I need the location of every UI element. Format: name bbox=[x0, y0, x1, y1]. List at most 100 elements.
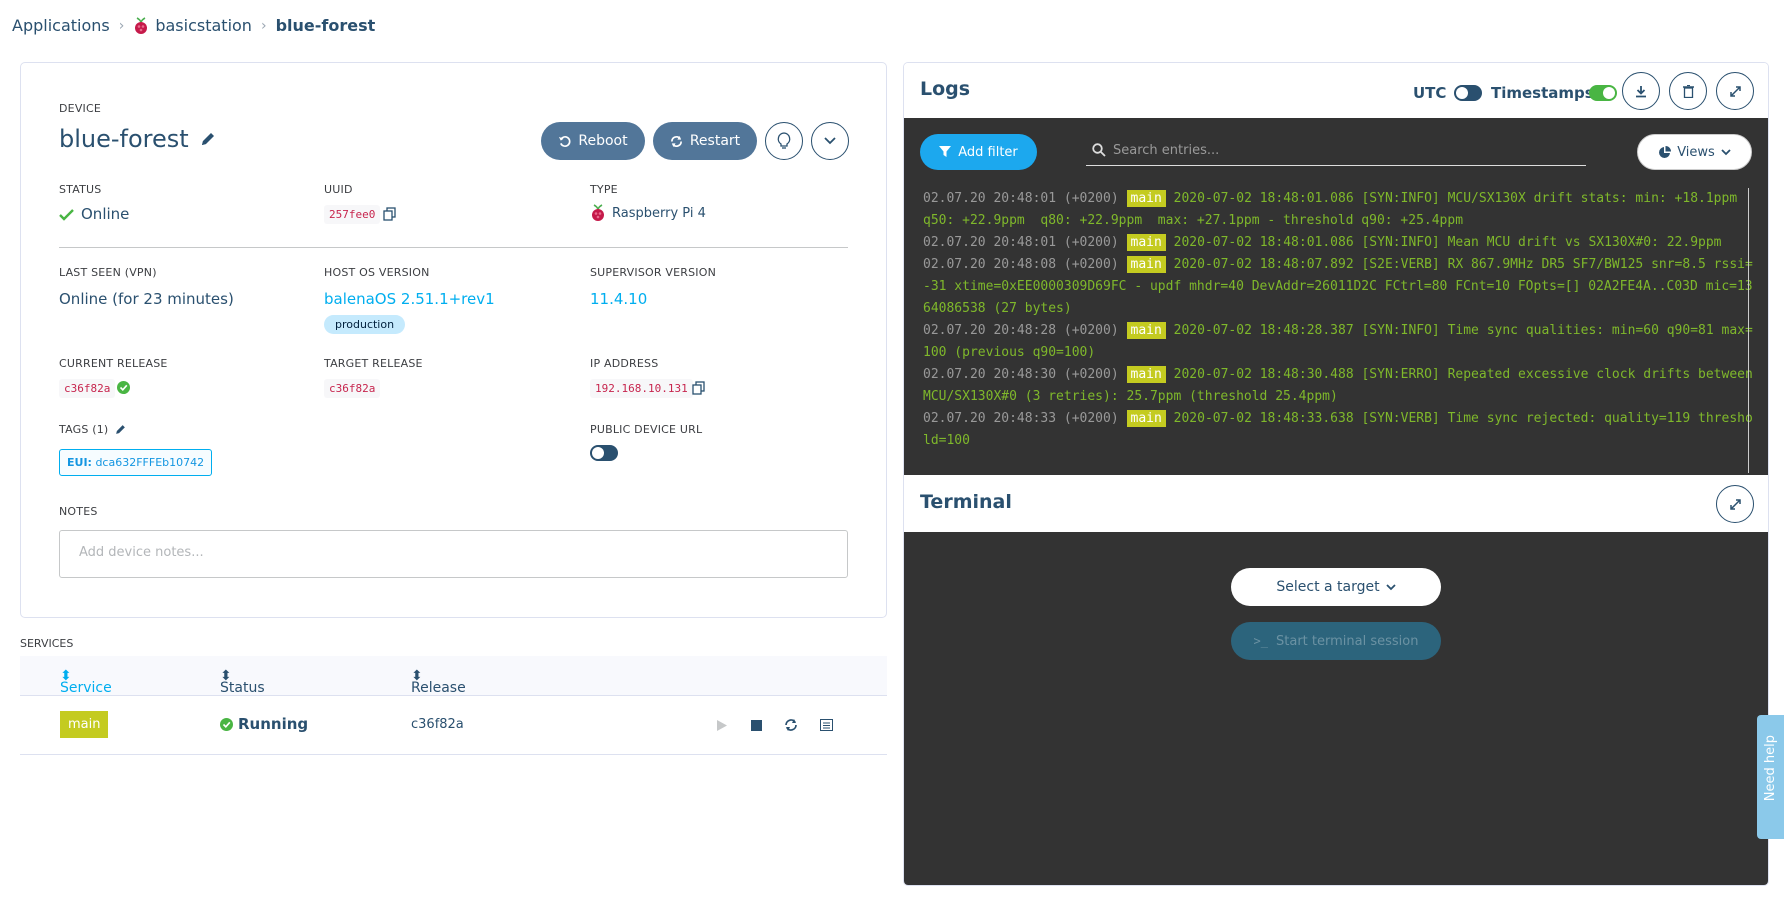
search-icon bbox=[1092, 143, 1106, 157]
copy-icon[interactable] bbox=[692, 381, 705, 395]
current-release-label: CURRENT RELEASE bbox=[59, 357, 168, 370]
log-line: 02.07.20 20:48:08 (+0200) main 2020-07-0… bbox=[923, 254, 1753, 320]
restart-icon[interactable] bbox=[784, 718, 798, 732]
tag-chip[interactable]: EUI: dca632FFFEb10742 bbox=[59, 449, 213, 476]
terminal-body: Select a target >_ Start terminal sessio… bbox=[904, 532, 1768, 885]
os-variant-badge: production bbox=[324, 315, 406, 334]
supervisor-value[interactable]: 11.4.10 bbox=[590, 290, 647, 308]
copy-icon[interactable] bbox=[383, 207, 396, 221]
logs-title: Logs bbox=[920, 78, 971, 100]
expand-icon bbox=[1729, 85, 1741, 97]
start-terminal-button[interactable]: >_ Start terminal session bbox=[1231, 622, 1441, 660]
log-service-tag[interactable]: main bbox=[1126, 322, 1166, 339]
log-service-tag[interactable]: main bbox=[1126, 234, 1166, 251]
column-service[interactable]: Service ⬍ bbox=[60, 668, 112, 696]
reboot-label: Reboot bbox=[578, 133, 628, 149]
pencil-edit-icon[interactable] bbox=[199, 130, 217, 148]
notes-textarea[interactable]: Add device notes... bbox=[59, 530, 848, 578]
timestamps-toggle[interactable] bbox=[1589, 85, 1617, 101]
download-logs-button[interactable] bbox=[1622, 72, 1660, 110]
filter-icon bbox=[939, 146, 952, 157]
log-service-tag[interactable]: main bbox=[1126, 256, 1166, 273]
pie-chart-icon bbox=[1659, 145, 1672, 158]
services-title: SERVICES bbox=[20, 637, 74, 650]
divider bbox=[59, 247, 848, 248]
tags-header: TAGS (1) bbox=[59, 423, 127, 436]
breadcrumb-app[interactable]: basicstation bbox=[155, 16, 252, 35]
views-label: Views bbox=[1677, 144, 1715, 160]
search-input[interactable] bbox=[1113, 143, 1583, 158]
host-os-value[interactable]: balenaOS 2.51.1+rev1 bbox=[324, 290, 495, 308]
log-timestamp: 02.07.20 20:48:08 (+0200) bbox=[923, 257, 1119, 272]
breadcrumb-device: blue-forest bbox=[275, 16, 376, 35]
log-line: 02.07.20 20:48:30 (+0200) main 2020-07-0… bbox=[923, 364, 1753, 408]
reboot-button[interactable]: Reboot bbox=[541, 122, 645, 160]
expand-icon bbox=[1729, 498, 1741, 510]
ip-address-label: IP ADDRESS bbox=[590, 357, 659, 370]
check-circle-icon bbox=[117, 381, 130, 394]
log-service-tag[interactable]: main bbox=[1126, 190, 1166, 207]
undo-icon bbox=[559, 135, 571, 147]
utc-toggle[interactable] bbox=[1454, 85, 1482, 101]
log-service-tag[interactable]: main bbox=[1126, 366, 1166, 383]
log-line: 02.07.20 20:48:01 (+0200) main 2020-07-0… bbox=[923, 232, 1753, 254]
ip-address-value: 192.168.10.131 bbox=[590, 379, 693, 398]
log-line: 02.07.20 20:48:33 (+0200) main 2020-07-0… bbox=[923, 408, 1753, 452]
expand-terminal-button[interactable] bbox=[1716, 485, 1754, 523]
uuid-value: 257fee0 bbox=[324, 205, 381, 224]
clear-logs-button[interactable] bbox=[1669, 72, 1707, 110]
tag-value: dca632FFFEb10742 bbox=[95, 456, 205, 469]
restart-label: Restart bbox=[689, 133, 741, 149]
terminal-header: Terminal bbox=[904, 475, 1768, 532]
log-timestamp: 02.07.20 20:48:01 (+0200) bbox=[923, 191, 1119, 206]
views-dropdown[interactable]: Views bbox=[1637, 134, 1752, 170]
service-release[interactable]: c36f82a bbox=[411, 717, 464, 732]
more-actions-button[interactable] bbox=[811, 122, 849, 160]
log-timestamp: 02.07.20 20:48:33 (+0200) bbox=[923, 411, 1119, 426]
target-release-label: TARGET RELEASE bbox=[324, 357, 423, 370]
last-seen-label: LAST SEEN (VPN) bbox=[59, 266, 157, 279]
table-row: main Running c36f82a bbox=[20, 697, 887, 755]
public-url-label: PUBLIC DEVICE URL bbox=[590, 423, 703, 436]
column-release[interactable]: Release ⬍ bbox=[411, 668, 466, 696]
device-summary-card: DEVICE blue-forest Reboot Restart STATUS bbox=[20, 62, 887, 618]
host-os-label: HOST OS VERSION bbox=[324, 266, 430, 279]
lightbulb-icon bbox=[777, 132, 791, 149]
select-target-dropdown[interactable]: Select a target bbox=[1231, 568, 1441, 606]
column-status[interactable]: Status ⬍ bbox=[220, 668, 265, 696]
select-target-label: Select a target bbox=[1276, 579, 1380, 595]
type-value: Raspberry Pi 4 bbox=[612, 205, 706, 221]
log-line: 02.07.20 20:48:01 (+0200) main 2020-07-0… bbox=[923, 188, 1753, 232]
log-scrollbar[interactable] bbox=[1748, 188, 1749, 473]
tags-label: TAGS (1) bbox=[59, 423, 109, 436]
target-release-value[interactable]: c36f82a bbox=[324, 379, 381, 398]
service-status-text: Running bbox=[238, 715, 309, 733]
breadcrumb-applications[interactable]: Applications bbox=[12, 16, 110, 35]
service-status: Running bbox=[220, 715, 308, 733]
logs-header: Logs UTC Timestamps bbox=[904, 63, 1768, 118]
type-value-row: Raspberry Pi 4 bbox=[590, 204, 706, 222]
chevron-down-icon bbox=[1385, 583, 1396, 590]
public-url-toggle[interactable] bbox=[590, 445, 618, 461]
refresh-icon bbox=[670, 135, 682, 147]
logs-icon[interactable] bbox=[820, 719, 833, 731]
restart-button[interactable]: Restart bbox=[653, 122, 757, 160]
add-filter-button[interactable]: Add filter bbox=[920, 134, 1037, 170]
status-label: STATUS bbox=[59, 183, 102, 196]
log-service-tag[interactable]: main bbox=[1126, 410, 1166, 427]
add-filter-label: Add filter bbox=[958, 144, 1018, 160]
tag-key: EUI: bbox=[67, 456, 92, 469]
pencil-edit-icon[interactable] bbox=[114, 423, 127, 436]
log-message: 2020-07-02 18:48:01.086 [SYN:INFO] Mean … bbox=[1173, 235, 1722, 250]
raspberry-pi-icon bbox=[592, 204, 604, 221]
terminal-prompt-icon: >_ bbox=[1253, 634, 1268, 648]
service-name[interactable]: main bbox=[60, 711, 109, 738]
raspberry-pi-icon bbox=[135, 16, 148, 34]
expand-logs-button[interactable] bbox=[1716, 72, 1754, 110]
play-icon[interactable] bbox=[716, 719, 728, 732]
identify-button[interactable] bbox=[765, 122, 803, 160]
current-release-value[interactable]: c36f82a bbox=[59, 379, 116, 398]
need-help-tab[interactable]: Need help bbox=[1757, 715, 1784, 839]
stop-icon[interactable] bbox=[751, 720, 762, 731]
services-table-header: Service ⬍ Status ⬍ Release ⬍ bbox=[20, 656, 887, 696]
